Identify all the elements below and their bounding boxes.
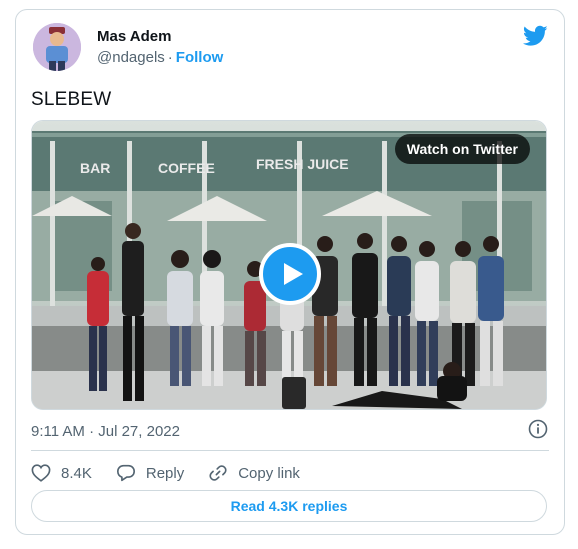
reply-label: Reply: [145, 464, 185, 482]
heart-icon: [31, 464, 51, 482]
info-icon[interactable]: [528, 419, 548, 439]
like-button[interactable]: 8.4K: [31, 464, 92, 482]
author-handle-line: @ndagels · Follow: [97, 49, 223, 66]
video-thumbnail[interactable]: BAR COFFEE FRESH JUICE: [31, 120, 547, 410]
play-button[interactable]: [259, 243, 321, 305]
tweet-card: Mas Adem @ndagels · Follow SLEBEW Watch …: [15, 9, 565, 535]
copy-link-label: Copy link: [238, 464, 300, 482]
follow-link[interactable]: Follow: [176, 49, 224, 66]
link-icon: [209, 465, 227, 481]
like-count: 8.4K: [61, 464, 92, 482]
copy-link-button[interactable]: Copy link: [208, 464, 300, 482]
author-name[interactable]: Mas Adem: [97, 28, 171, 45]
divider: [31, 450, 549, 451]
twitter-bird-icon[interactable]: [523, 25, 548, 47]
reply-bubble-icon: [116, 464, 135, 482]
action-bar: 8.4K Reply Copy link: [31, 462, 324, 484]
read-replies-button[interactable]: Read 4.3K replies: [31, 490, 547, 522]
reply-button[interactable]: Reply: [116, 464, 184, 482]
watch-on-twitter-button[interactable]: Watch on Twitter: [394, 134, 530, 164]
separator-dot: ·: [167, 49, 173, 66]
tweet-timestamp[interactable]: 9:11 AM · Jul 27, 2022: [31, 423, 180, 440]
tweet-text: SLEBEW: [31, 89, 112, 110]
play-icon: [284, 263, 303, 285]
avatar[interactable]: [33, 23, 81, 71]
author-handle[interactable]: @ndagels: [97, 49, 165, 66]
